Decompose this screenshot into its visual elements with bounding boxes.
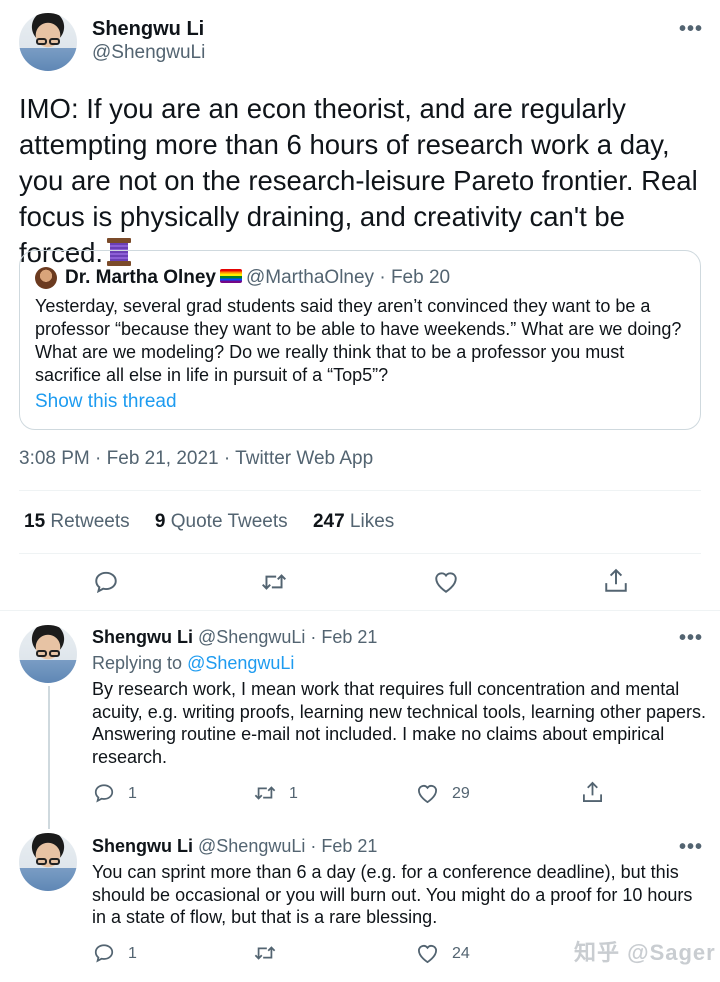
watermark: 知乎 @Sager — [574, 940, 716, 965]
reply-author-avatar[interactable] — [19, 833, 77, 891]
retweet-icon[interactable] — [260, 569, 288, 595]
reply-author-line: Shengwu Li @ShengwuLi · Feb 21 — [92, 627, 377, 648]
thread-connector-line — [48, 686, 50, 829]
divider — [19, 553, 701, 554]
avatar-glasses-left — [36, 650, 47, 657]
divider — [19, 490, 701, 491]
reply-handle-date[interactable]: @ShengwuLi · Feb 21 — [198, 836, 377, 856]
quoted-tweet-card[interactable]: Dr. Martha Olney @MarthaOlney · Feb 20 Y… — [19, 250, 701, 430]
likes-stat[interactable]: 247 Likes — [313, 511, 394, 532]
show-thread-link[interactable]: Show this thread — [35, 391, 177, 413]
replying-to-handle[interactable]: @ShengwuLi — [187, 653, 294, 673]
avatar-glasses-right — [49, 38, 60, 45]
likes-count: 247 — [312, 511, 345, 532]
quote-handle-date: @MarthaOlney · Feb 20 — [246, 267, 451, 288]
share-icon[interactable] — [582, 781, 603, 804]
reply-text: By research work, I mean work that requi… — [92, 679, 707, 767]
like-icon[interactable] — [433, 570, 459, 594]
quotes-label: Quote Tweets — [170, 511, 288, 532]
like-icon[interactable] — [416, 943, 439, 964]
likes-label: Likes — [349, 511, 395, 532]
avatar-glasses-right — [49, 650, 60, 657]
reply-handle-date[interactable]: @ShengwuLi · Feb 21 — [198, 627, 377, 647]
tweet-timestamp[interactable]: 3:08 PM · Feb 21, 2021 · Twitter Web App — [19, 448, 373, 470]
like-count: 24 — [452, 945, 470, 962]
retweets-label: Retweets — [50, 511, 130, 532]
reply-icon[interactable] — [93, 569, 119, 595]
retweets-stat[interactable]: 15 Retweets — [24, 511, 130, 532]
reply-text: You can sprint more than 6 a day (e.g. f… — [92, 862, 693, 927]
author-name[interactable]: Shengwu Li — [92, 18, 204, 41]
retweet-icon[interactable] — [253, 942, 277, 964]
rainbow-flag-icon — [220, 269, 242, 283]
avatar-glasses-right — [49, 858, 60, 865]
more-options-icon[interactable]: ••• — [679, 627, 703, 650]
retweet-count: 1 — [289, 785, 298, 802]
share-icon[interactable] — [604, 568, 628, 594]
like-count: 29 — [452, 785, 470, 802]
author-handle[interactable]: @ShengwuLi — [92, 42, 205, 64]
tweet-text: IMO: If you are an econ theorist, and ar… — [19, 91, 709, 271]
quote-author-name: Dr. Martha Olney — [65, 267, 242, 289]
retweet-icon[interactable] — [253, 782, 277, 804]
reply-author-name[interactable]: Shengwu Li — [92, 627, 193, 647]
quote-author-avatar — [35, 267, 57, 289]
quote-tweets-stat[interactable]: 9 Quote Tweets — [155, 511, 288, 532]
quotes-count: 9 — [154, 511, 166, 532]
more-options-icon[interactable]: ••• — [679, 836, 703, 859]
quote-author-name-text: Dr. Martha Olney — [65, 267, 216, 288]
tweet-stats: 15 Retweets 9 Quote Tweets 247 Likes — [24, 511, 414, 533]
author-avatar[interactable] — [19, 13, 77, 71]
replying-to-label: Replying to — [92, 653, 183, 673]
reply-author-name[interactable]: Shengwu Li — [92, 836, 193, 856]
avatar-glasses-left — [36, 38, 47, 45]
reply-count: 1 — [128, 945, 137, 962]
retweets-count: 15 — [24, 511, 46, 532]
reply-count: 1 — [128, 785, 137, 802]
divider — [0, 610, 720, 611]
avatar-glasses-left — [36, 858, 47, 865]
reply-author-line: Shengwu Li @ShengwuLi · Feb 21 — [92, 836, 377, 857]
quote-text: Yesterday, several grad students said th… — [35, 296, 682, 385]
reply-author-avatar[interactable] — [19, 625, 77, 683]
reply-icon[interactable] — [93, 782, 115, 804]
reply-icon[interactable] — [93, 942, 115, 964]
like-icon[interactable] — [416, 783, 439, 804]
replying-to-line: Replying to @ShengwuLi — [92, 653, 294, 674]
more-options-icon[interactable]: ••• — [679, 18, 703, 41]
